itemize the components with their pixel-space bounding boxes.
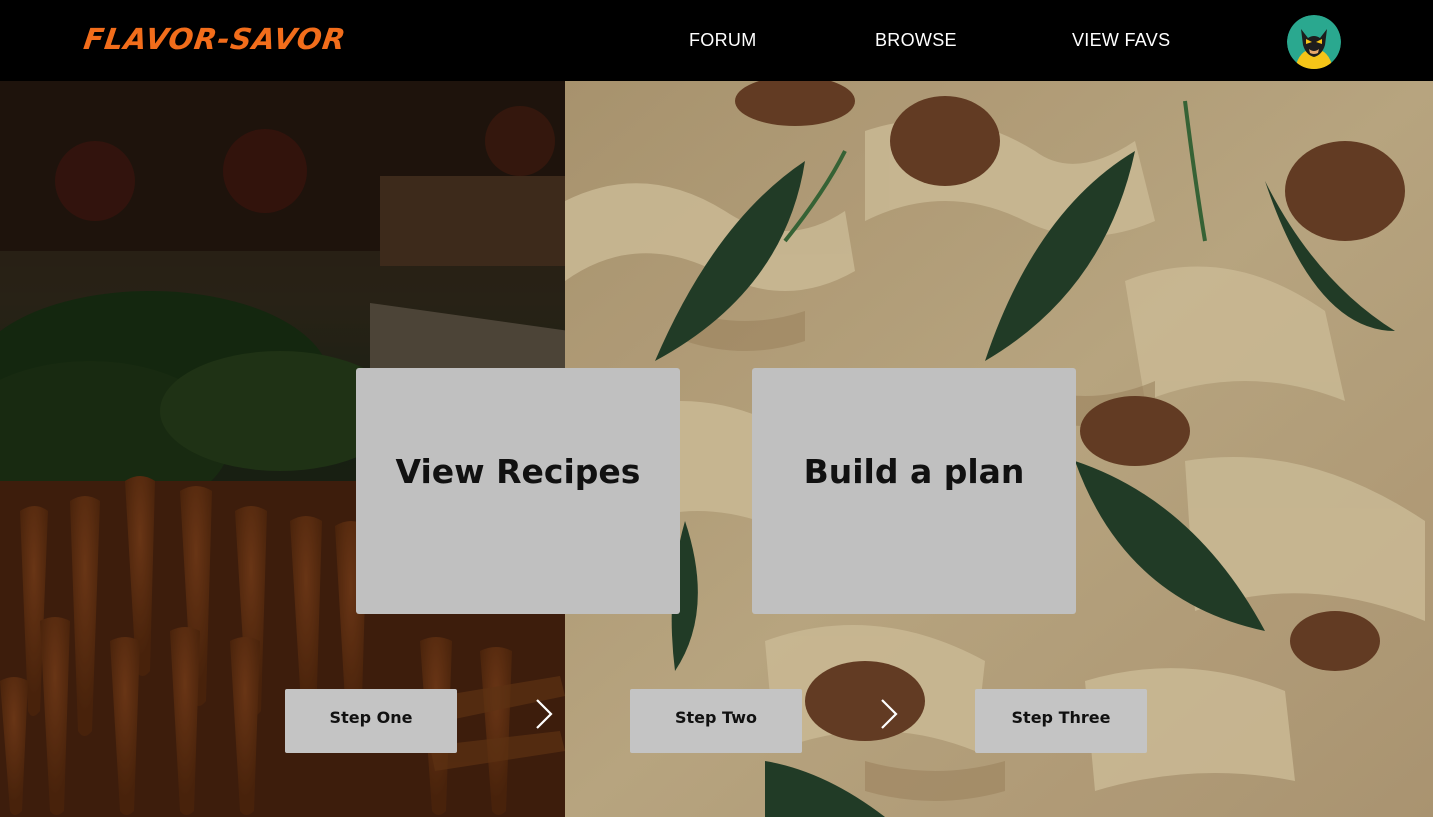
masked-hero-avatar-icon [1287, 15, 1341, 69]
view-recipes-title: View Recipes [395, 452, 641, 491]
step-three-button[interactable]: Step Three [975, 689, 1147, 753]
build-plan-title: Build a plan [803, 452, 1025, 491]
chevron-right-icon [881, 699, 898, 729]
top-navigation-bar: FLAVOR-SAVOR FORUM BROWSE VIEW FAVS [0, 0, 1433, 81]
landing-page: FLAVOR-SAVOR FORUM BROWSE VIEW FAVS View… [0, 0, 1433, 817]
nav-view-favs-link[interactable]: VIEW FAVS [1072, 30, 1170, 51]
step-two-label: Step Two [675, 708, 757, 727]
step-two-button[interactable]: Step Two [630, 689, 802, 753]
nav-browse-link[interactable]: BROWSE [875, 30, 957, 51]
view-recipes-card[interactable]: View Recipes [356, 368, 680, 614]
nav-forum-link[interactable]: FORUM [689, 30, 757, 51]
step-one-button[interactable]: Step One [285, 689, 457, 753]
site-logo[interactable]: FLAVOR-SAVOR [82, 22, 349, 56]
chevron-right-icon [536, 699, 553, 729]
user-avatar[interactable] [1287, 15, 1341, 69]
build-plan-card[interactable]: Build a plan [752, 368, 1076, 614]
step-three-label: Step Three [1011, 708, 1111, 727]
step-one-label: Step One [329, 708, 413, 727]
